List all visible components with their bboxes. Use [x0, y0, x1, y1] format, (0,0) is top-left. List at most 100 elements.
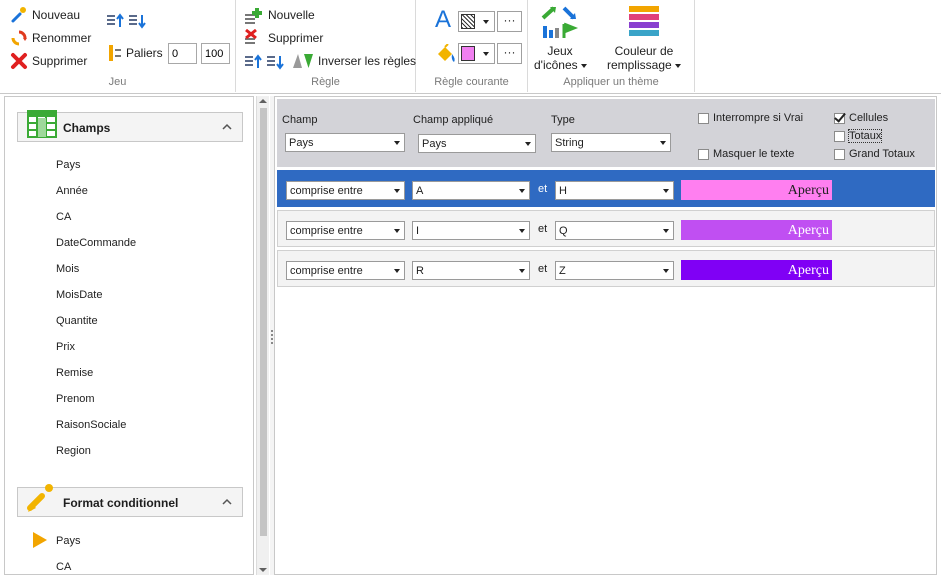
to-dropdown[interactable]: H — [555, 181, 674, 200]
format-item[interactable]: Pays — [56, 534, 80, 548]
cellules-checkbox[interactable]: Cellules — [834, 112, 888, 124]
champ-header: Champ — [282, 114, 318, 126]
jeux-icones-label-2-wrap: d'icônes — [534, 58, 587, 72]
couleur-remplissage-button[interactable]: Couleur de remplissage — [598, 4, 690, 74]
operator-value: comprise entre — [290, 185, 363, 197]
field-item[interactable]: Mois — [56, 262, 79, 276]
operator-dropdown[interactable]: comprise entre — [286, 181, 405, 200]
nouveau-button[interactable]: Nouveau — [10, 6, 80, 24]
scroll-up-icon[interactable] — [259, 99, 267, 103]
chevron-down-icon — [394, 189, 400, 193]
apercu-preview: Aperçu — [681, 260, 832, 280]
paliers-control: Paliers — [108, 44, 163, 62]
chevron-down-icon — [519, 269, 525, 273]
group-jeu: Nouveau Renommer Supprimer Paliers 0 100… — [0, 0, 236, 92]
renommer-label: Renommer — [32, 31, 92, 45]
delete-x-icon — [10, 52, 28, 70]
brush-icon — [10, 6, 28, 24]
from-value: A — [416, 185, 424, 197]
champ-dropdown[interactable]: Pays — [285, 133, 405, 152]
inverser-label: Inverser les règles — [318, 54, 417, 68]
rule-row[interactable]: comprise entre I et Q Aperçu — [277, 210, 935, 247]
totaux-label: Totaux — [847, 129, 883, 143]
field-item[interactable]: Prix — [56, 340, 75, 354]
group-regle-courante: A ··· ··· Règle courante — [416, 0, 528, 92]
inverser-button[interactable]: Inverser les règles — [292, 53, 416, 69]
paliers-min-input[interactable] — [168, 43, 197, 64]
paliers-max-input[interactable] — [201, 43, 230, 64]
sort-down-icon[interactable] — [128, 12, 146, 30]
grand-totaux-label: Grand Totaux — [849, 148, 915, 160]
rule-row[interactable]: comprise entre R et Z Aperçu — [277, 250, 935, 287]
nouvelle-button[interactable]: Nouvelle — [244, 6, 315, 24]
jeux-icones-button[interactable]: Jeux d'icônes — [534, 4, 587, 74]
champs-header[interactable]: Champs — [17, 110, 243, 142]
from-dropdown[interactable]: I — [412, 221, 530, 240]
group-regle-courante-label: Règle courante — [434, 76, 509, 88]
supprimer-jeu-button[interactable]: Supprimer — [10, 52, 87, 70]
rule-up-icon[interactable] — [244, 53, 262, 71]
fill-color-more-button[interactable]: ··· — [497, 43, 522, 64]
scroll-down-icon[interactable] — [259, 568, 267, 572]
text-color-dropdown[interactable] — [458, 11, 495, 32]
interrompre-checkbox[interactable]: Interrompre si Vrai — [698, 112, 803, 124]
field-item[interactable]: Remise — [56, 366, 93, 380]
field-item[interactable]: Pays — [56, 158, 80, 172]
totaux-checkbox[interactable]: Totaux — [834, 129, 883, 143]
type-header: Type — [551, 114, 575, 126]
jeux-icones-label-2: d'icônes — [534, 58, 578, 72]
type-value: String — [555, 137, 584, 149]
chevron-down-icon — [394, 269, 400, 273]
sort-up-icon[interactable] — [106, 12, 124, 30]
group-theme: Jeux d'icônes Couleur de remplissage App… — [528, 0, 695, 92]
chevron-down-icon — [660, 141, 666, 145]
field-item[interactable]: Quantite — [56, 314, 98, 328]
scroll-thumb[interactable] — [260, 108, 267, 536]
operator-dropdown[interactable]: comprise entre — [286, 261, 405, 280]
chevron-down-icon — [663, 229, 669, 233]
fill-color-dropdown[interactable] — [458, 43, 495, 64]
from-dropdown[interactable]: R — [412, 261, 530, 280]
invert-icon — [292, 53, 314, 69]
rule-down-icon[interactable] — [266, 53, 284, 71]
field-item[interactable]: CA — [56, 210, 71, 224]
couleur-label-2-wrap: remplissage — [598, 58, 690, 72]
couleur-label-2: remplissage — [606, 58, 672, 72]
to-value: Z — [559, 265, 566, 277]
to-dropdown[interactable]: Q — [555, 221, 674, 240]
to-dropdown[interactable]: Z — [555, 261, 674, 280]
operator-value: comprise entre — [290, 225, 363, 237]
from-dropdown[interactable]: A — [412, 181, 530, 200]
checkbox-box — [698, 148, 709, 160]
field-item[interactable]: Année — [56, 184, 88, 198]
field-item[interactable]: DateCommande — [56, 236, 136, 250]
champ-applique-dropdown[interactable]: Pays — [418, 134, 536, 153]
left-scrollbar[interactable] — [256, 96, 269, 575]
type-dropdown[interactable]: String — [551, 133, 671, 152]
field-item[interactable]: RaisonSociale — [56, 418, 126, 432]
champs-title: Champs — [63, 121, 111, 135]
refresh-icon — [10, 29, 28, 47]
play-arrow-icon — [32, 531, 48, 549]
field-item[interactable]: Region — [56, 444, 91, 458]
format-conditionnel-header[interactable]: Format conditionnel — [17, 484, 243, 517]
group-theme-label: Appliquer un thème — [563, 76, 659, 88]
field-item[interactable]: MoisDate — [56, 288, 102, 302]
rule-row[interactable]: comprise entre A et H Aperçu — [277, 170, 935, 207]
grand-totaux-checkbox[interactable]: Grand Totaux — [834, 148, 915, 160]
supprimer-regle-button[interactable]: Supprimer — [244, 28, 323, 47]
format-item[interactable]: CA — [56, 560, 71, 574]
field-item[interactable]: Prenom — [56, 392, 95, 406]
operator-dropdown[interactable]: comprise entre — [286, 221, 405, 240]
text-color-more-button[interactable]: ··· — [497, 11, 522, 32]
chevron-up-icon — [222, 497, 232, 507]
chevron-down-icon — [519, 229, 525, 233]
checkbox-box — [834, 130, 845, 142]
fill-theme-icon — [627, 4, 661, 40]
operator-value: comprise entre — [290, 265, 363, 277]
et-label: et — [538, 183, 548, 195]
masquer-label: Masquer le texte — [713, 148, 795, 160]
interrompre-label: Interrompre si Vrai — [713, 112, 804, 124]
renommer-button[interactable]: Renommer — [10, 29, 91, 47]
masquer-checkbox[interactable]: Masquer le texte — [698, 148, 794, 160]
